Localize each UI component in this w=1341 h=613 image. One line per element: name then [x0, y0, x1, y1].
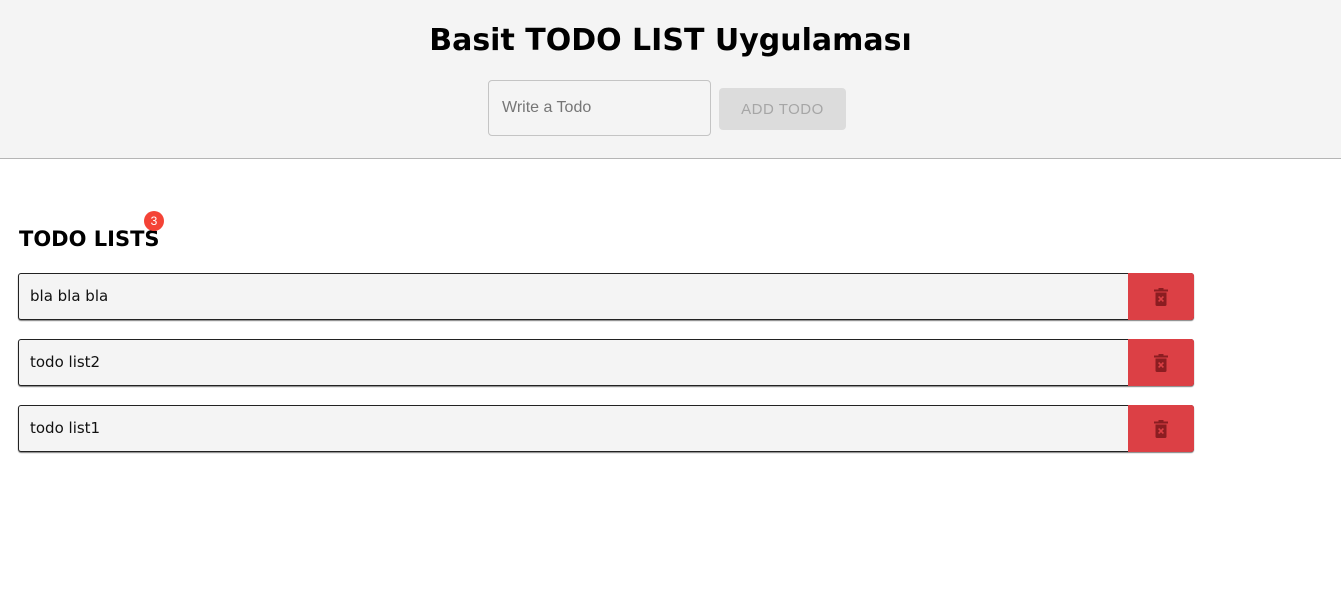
todo-item-text: todo list1 [30, 419, 101, 437]
todo-item: todo list2 [18, 339, 1194, 386]
add-todo-button[interactable]: ADD TODO [719, 88, 846, 130]
todo-item: todo list1 [18, 405, 1194, 452]
page-title: Basit TODO LIST Uygulaması [429, 23, 912, 58]
app-header: Basit TODO LIST Uygulaması ADD TODO [0, 0, 1341, 159]
trash-icon [1154, 419, 1168, 438]
todo-count-badge: 3 [144, 211, 164, 231]
todo-item: bla bla bla [18, 273, 1194, 320]
todo-item-text: bla bla bla [30, 287, 109, 305]
todo-item-text: todo list2 [30, 353, 101, 371]
trash-icon [1154, 353, 1168, 372]
todo-input[interactable] [488, 80, 711, 136]
todo-list-heading: TODO LISTS [19, 227, 160, 251]
todo-list-header: TODO LISTS 3 [19, 211, 164, 254]
trash-icon [1154, 287, 1168, 306]
delete-todo-button[interactable] [1128, 339, 1194, 386]
delete-todo-button[interactable] [1128, 405, 1194, 452]
delete-todo-button[interactable] [1128, 273, 1194, 320]
